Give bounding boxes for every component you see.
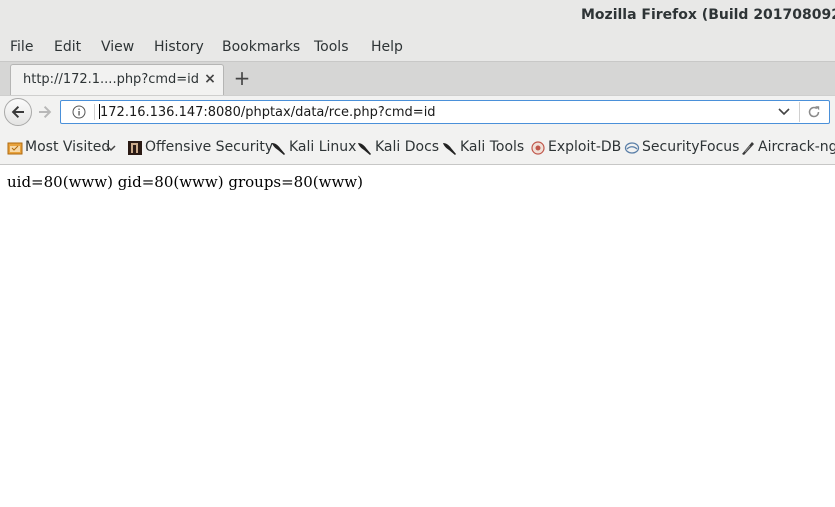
bookmark-label: Kali Tools xyxy=(460,139,525,155)
page-content: uid=80(www) gid=80(www) groups=80(www) xyxy=(0,165,835,507)
aircrack-icon xyxy=(742,142,754,155)
chevron-down-icon[interactable] xyxy=(777,106,791,118)
url-divider xyxy=(94,104,95,120)
offsec-icon xyxy=(128,141,142,155)
bookmark-label: Exploit-DB xyxy=(548,139,622,155)
menu-view[interactable]: View xyxy=(101,39,134,55)
tab-title: http://172.1....php?cmd=id xyxy=(23,72,200,87)
bookmark-label: SecurityFocus xyxy=(642,139,740,155)
securityfocus-icon xyxy=(624,142,640,154)
reload-icon[interactable] xyxy=(807,105,821,119)
menu-history[interactable]: History xyxy=(154,39,204,55)
chevron-down-icon xyxy=(106,145,116,152)
back-button[interactable] xyxy=(4,98,32,126)
bookmark-label: Most Visited xyxy=(25,139,111,155)
folder-icon xyxy=(7,142,23,155)
url-text[interactable]: 172.16.136.147:8080/phptax/data/rce.php?… xyxy=(99,104,436,120)
tab-strip: http://172.1....php?cmd=id × + xyxy=(0,61,835,95)
kali-icon xyxy=(443,143,456,155)
kali-icon xyxy=(272,143,285,155)
title-bar: Mozilla Firefox (Build 20170809204109 xyxy=(0,0,835,34)
back-arrow-icon xyxy=(11,106,24,118)
browser-window: Mozilla Firefox (Build 20170809204109 Fi… xyxy=(0,0,835,507)
menu-file[interactable]: File xyxy=(10,39,33,55)
command-output: uid=80(www) gid=80(www) groups=80(www) xyxy=(7,173,363,191)
bookmark-label: Aircrack-ng xyxy=(758,139,835,155)
url-bar[interactable]: 172.16.136.147:8080/phptax/data/rce.php?… xyxy=(60,100,830,124)
navigation-bar: 172.16.136.147:8080/phptax/data/rce.php?… xyxy=(0,95,835,130)
menu-edit[interactable]: Edit xyxy=(54,39,81,55)
tab-active[interactable]: http://172.1....php?cmd=id × xyxy=(10,64,224,95)
bookmark-label: Offensive Security xyxy=(145,139,274,155)
bookmark-label: Kali Linux xyxy=(289,139,357,155)
reload-divider xyxy=(799,102,800,122)
new-tab-icon[interactable]: + xyxy=(231,66,253,90)
tab-close-icon[interactable]: × xyxy=(203,70,217,88)
window-title: Mozilla Firefox (Build 20170809204109 xyxy=(581,7,835,23)
bookmarks-toolbar: Most Visited Offensive Security Kali Lin… xyxy=(0,130,835,165)
kali-icon xyxy=(358,143,371,155)
info-icon[interactable] xyxy=(72,105,86,119)
exploitdb-icon xyxy=(531,141,545,155)
menu-help[interactable]: Help xyxy=(371,39,403,55)
bookmark-label: Kali Docs xyxy=(375,139,440,155)
menu-bar: File Edit View History Bookmarks Tools H… xyxy=(0,34,835,61)
menu-tools[interactable]: Tools xyxy=(314,39,349,55)
menu-bookmarks[interactable]: Bookmarks xyxy=(222,39,300,55)
forward-arrow-icon[interactable] xyxy=(37,104,53,120)
